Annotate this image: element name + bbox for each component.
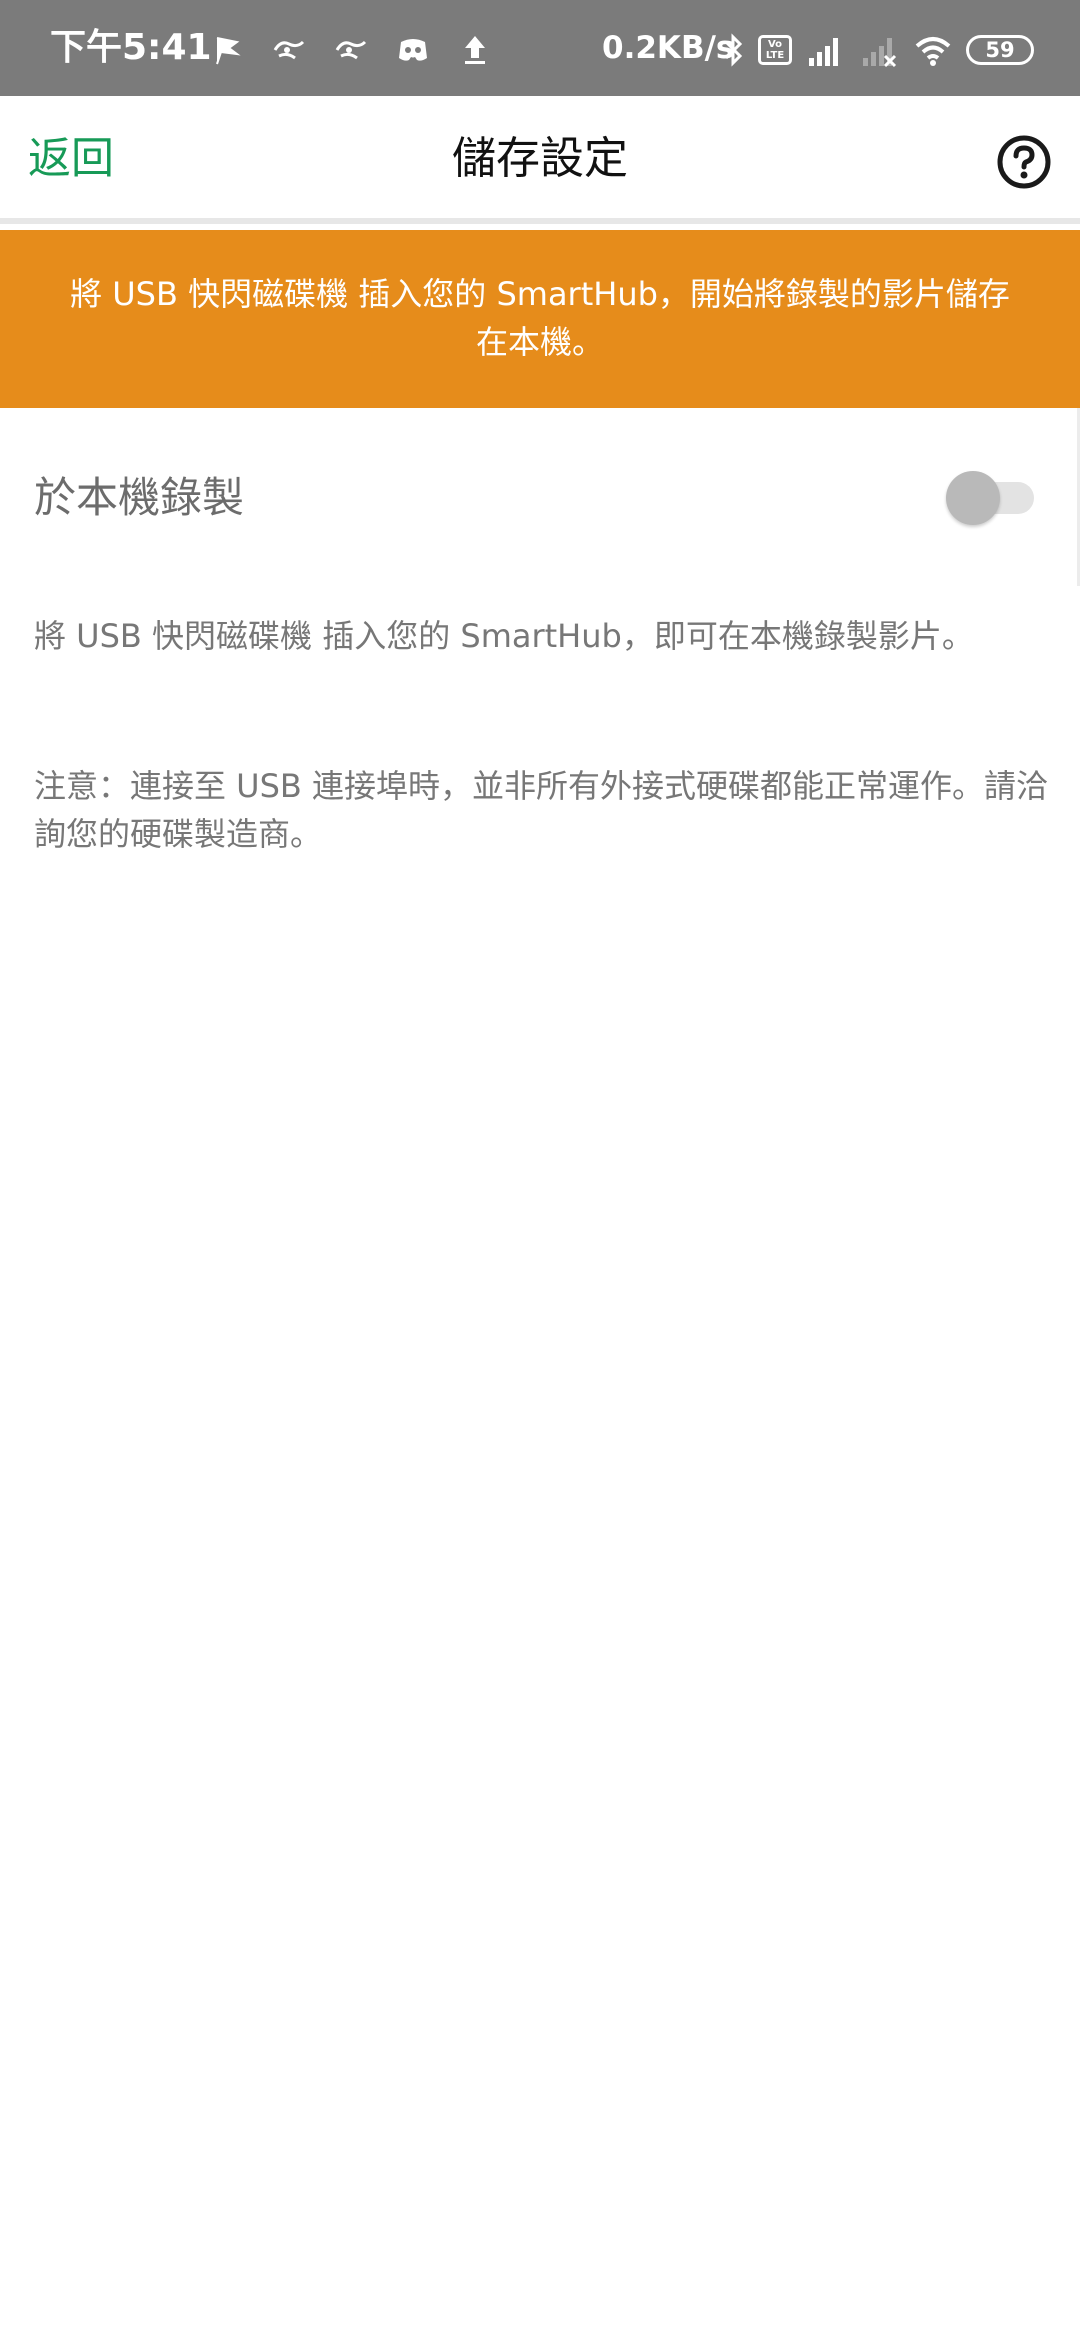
whatsapp-icon <box>273 40 305 60</box>
usb-banner: 將 USB 快閃磁碟機 插入您的 SmartHub，開始將錄製的影片儲存在本機。 <box>0 230 1080 408</box>
local-record-row[interactable]: 於本機錄製 <box>0 408 1080 586</box>
local-record-label: 於本機錄製 <box>34 473 245 522</box>
whatsapp-icon <box>335 40 367 60</box>
discord-icon <box>399 39 427 61</box>
upload-arrow-icon <box>465 36 485 64</box>
wifi-icon <box>915 37 951 66</box>
local-record-toggle[interactable] <box>946 468 1036 528</box>
description-text: 將 USB 快閃磁碟機 插入您的 SmartHub，即可在本機錄製影片。 <box>34 617 974 655</box>
app-header: 返回 儲存設定 <box>0 96 1080 224</box>
note-text: 注意：連接至 USB 連接埠時，並非所有外接式硬碟都能正常運作。請洽詢您的硬碟製… <box>34 767 1049 853</box>
banner-text: 將 USB 快閃磁碟機 插入您的 SmartHub，開始將錄製的影片儲存在本機。 <box>70 275 1010 361</box>
page-title: 儲存設定 <box>452 133 628 184</box>
toggle-thumb <box>946 471 1000 525</box>
location-flag-icon <box>216 37 241 65</box>
notification-icons <box>206 30 516 70</box>
status-bar: 下午5:41 0.2KB/s Vo LTE 59 <box>0 0 1080 96</box>
volte-icon: Vo LTE <box>758 35 792 65</box>
status-time: 下午5:41 <box>50 27 212 68</box>
question-circle-icon[interactable] <box>996 134 1052 190</box>
system-icons: Vo LTE 59 <box>720 28 1046 72</box>
battery-icon: 59 <box>966 35 1034 65</box>
signal-no-service-icon <box>863 38 897 68</box>
signal-icon <box>809 38 838 66</box>
bluetooth-icon <box>724 33 743 67</box>
network-speed: 0.2KB/s <box>602 30 735 66</box>
